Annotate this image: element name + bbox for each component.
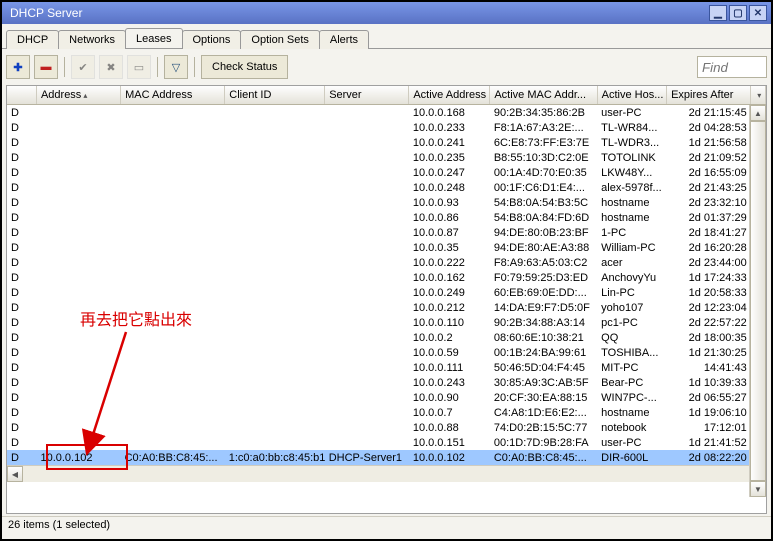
scroll-left-button[interactable]: ◀ xyxy=(7,466,23,482)
comment-button[interactable]: ▭ xyxy=(127,55,151,79)
table-row[interactable]: D10.0.0.102C0:A0:BB:C8:45:...1:c0:a0:bb:… xyxy=(7,450,766,465)
table-row[interactable]: D10.0.0.2416C:E8:73:FF:E3:7ETL-WDR3...1d… xyxy=(7,135,766,150)
table-row[interactable]: D10.0.0.21214:DA:E9:F7:D5:0Fyoho1072d 12… xyxy=(7,300,766,315)
table-row[interactable]: D10.0.0.24960:EB:69:0E:DD:...Lin-PC1d 20… xyxy=(7,285,766,300)
column-header[interactable]: Active Hos... xyxy=(597,86,666,105)
table-row[interactable]: D10.0.0.11090:2B:34:88:A3:14pc1-PC2d 22:… xyxy=(7,315,766,330)
toolbar-separator xyxy=(157,57,158,77)
column-header[interactable]: Address▴ xyxy=(36,86,120,105)
maximize-button[interactable]: ▢ xyxy=(729,5,747,21)
column-header[interactable]: Server xyxy=(325,86,409,105)
enable-button[interactable]: ✔ xyxy=(71,55,95,79)
table-row[interactable]: D10.0.0.24700:1A:4D:70:E0:35LKW48Y...2d … xyxy=(7,165,766,180)
table-row[interactable]: D10.0.0.233F8:1A:67:A3:2E:...TL-WR84...2… xyxy=(7,120,766,135)
table-row[interactable]: D10.0.0.16890:2B:34:35:86:2Buser-PC2d 21… xyxy=(7,105,766,121)
tab-options[interactable]: Options xyxy=(182,30,242,49)
vertical-scrollbar[interactable]: ▲ ▼ xyxy=(749,105,766,497)
table-row[interactable]: D10.0.0.8794:DE:80:0B:23:BF1-PC2d 18:41:… xyxy=(7,225,766,240)
table-row[interactable]: D10.0.0.9354:B8:0A:54:B3:5Chostname2d 23… xyxy=(7,195,766,210)
toolbar-separator xyxy=(64,57,65,77)
lease-table[interactable]: Address▴MAC AddressClient IDServerActive… xyxy=(7,86,766,465)
column-header[interactable]: MAC Address xyxy=(121,86,225,105)
table-row[interactable]: D10.0.0.24330:85:A9:3C:AB:5FBear-PC1d 10… xyxy=(7,375,766,390)
column-header[interactable]: Client ID xyxy=(225,86,325,105)
table-row[interactable]: D10.0.0.208:60:6E:10:38:21QQ2d 18:00:35 xyxy=(7,330,766,345)
scroll-down-button[interactable]: ▼ xyxy=(750,481,766,497)
status-bar: 26 items (1 selected) xyxy=(2,516,771,539)
filter-button[interactable]: ▽ xyxy=(164,55,188,79)
table-row[interactable]: D10.0.0.162F0:79:59:25:D3:EDAnchovyYu1d … xyxy=(7,270,766,285)
table-row[interactable]: D10.0.0.5900:1B:24:BA:99:61TOSHIBA...1d … xyxy=(7,345,766,360)
funnel-icon: ▽ xyxy=(172,61,180,74)
add-button[interactable]: ✚ xyxy=(6,55,30,79)
tab-networks[interactable]: Networks xyxy=(58,30,126,49)
table-row[interactable]: D10.0.0.3594:DE:80:AE:A3:88William-PC2d … xyxy=(7,240,766,255)
plus-icon: ✚ xyxy=(13,61,22,74)
window-title: DHCP Server xyxy=(6,6,707,20)
titlebar[interactable]: DHCP Server ▁ ▢ ✕ xyxy=(2,2,771,24)
column-header[interactable]: Active Address xyxy=(409,86,490,105)
column-header[interactable]: Expires After xyxy=(667,86,751,105)
table-row[interactable]: D10.0.0.8874:D0:2B:15:5C:77notebook17:12… xyxy=(7,420,766,435)
table-row[interactable]: D10.0.0.9020:CF:30:EA:88:15WIN7PC-...2d … xyxy=(7,390,766,405)
tab-dhcp[interactable]: DHCP xyxy=(6,30,59,49)
close-button[interactable]: ✕ xyxy=(749,5,767,21)
table-row[interactable]: D10.0.0.7C4:A8:1D:E6:E2:...hostname1d 19… xyxy=(7,405,766,420)
tab-leases[interactable]: Leases xyxy=(125,28,182,48)
document-icon: ▭ xyxy=(134,61,144,74)
column-header[interactable]: ▾ xyxy=(751,86,766,105)
disable-button[interactable]: ✖ xyxy=(99,55,123,79)
table-row[interactable]: D10.0.0.8654:B8:0A:84:FD:6Dhostname2d 01… xyxy=(7,210,766,225)
scroll-up-button[interactable]: ▲ xyxy=(750,105,766,121)
window-content: DHCPNetworksLeasesOptionsOption SetsAler… xyxy=(2,24,771,539)
check-status-button[interactable]: Check Status xyxy=(201,55,288,79)
column-header[interactable]: Active MAC Addr... xyxy=(490,86,597,105)
horizontal-scrollbar[interactable]: ◀ ▶ xyxy=(7,465,766,482)
column-header[interactable] xyxy=(7,86,36,105)
find-input[interactable] xyxy=(697,56,767,78)
table-row[interactable]: D10.0.0.11150:46:5D:04:F4:45MIT-PC14:41:… xyxy=(7,360,766,375)
minus-icon: ▬ xyxy=(41,61,52,73)
x-icon: ✖ xyxy=(106,61,115,74)
window-frame: DHCP Server ▁ ▢ ✕ DHCPNetworksLeasesOpti… xyxy=(0,0,773,541)
table-row[interactable]: D10.0.0.15100:1D:7D:9B:28:FAuser-PC1d 21… xyxy=(7,435,766,450)
tab-bar: DHCPNetworksLeasesOptionsOption SetsAler… xyxy=(2,24,771,49)
scroll-thumb[interactable] xyxy=(750,121,766,481)
table-row[interactable]: D10.0.0.24800:1F:C6:D1:E4:...alex-5978f.… xyxy=(7,180,766,195)
tab-option-sets[interactable]: Option Sets xyxy=(240,30,319,49)
lease-grid: Address▴MAC AddressClient IDServerActive… xyxy=(6,85,767,514)
toolbar-separator xyxy=(194,57,195,77)
tab-alerts[interactable]: Alerts xyxy=(319,30,369,49)
minimize-button[interactable]: ▁ xyxy=(709,5,727,21)
remove-button[interactable]: ▬ xyxy=(34,55,58,79)
toolbar: ✚ ▬ ✔ ✖ ▭ ▽ Check Status xyxy=(2,49,771,85)
table-row[interactable]: D10.0.0.222F8:A9:63:A5:03:C2acer2d 23:44… xyxy=(7,255,766,270)
check-icon: ✔ xyxy=(78,61,87,74)
table-row[interactable]: D10.0.0.235B8:55:10:3D:C2:0ETOTOLINK2d 2… xyxy=(7,150,766,165)
